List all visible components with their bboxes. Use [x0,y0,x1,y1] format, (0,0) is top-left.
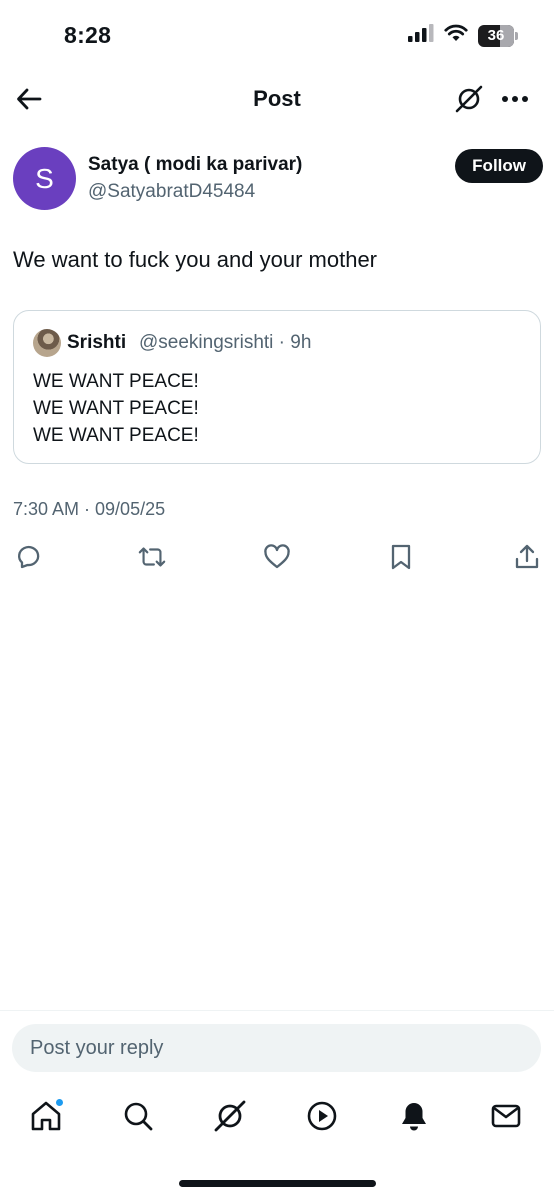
quote-author-meta: @seekingsrishti · 9h [139,332,312,353]
quote-line: WE WANT PEACE! [33,425,199,446]
nav-header: Post [0,74,554,124]
reply-button[interactable] [12,542,42,572]
status-time: 8:28 [64,22,112,48]
home-notification-dot [55,1098,64,1107]
follow-button[interactable]: Follow [455,149,543,183]
notifications-icon [402,1103,426,1131]
quote-text: WE WANT PEACE! WE WANT PEACE! WE WANT PE… [33,368,199,449]
author-row: S Satya ( modi ka parivar) @SatyabratD45… [13,146,543,212]
reply-input[interactable] [12,1024,541,1072]
grok-icon [455,85,483,113]
video-icon [307,1101,337,1131]
battery-level: 36 [487,27,505,44]
tab-video[interactable] [304,1098,340,1134]
grok-button[interactable] [452,82,486,116]
tab-home[interactable] [28,1098,64,1134]
avatar[interactable]: S [13,147,76,210]
reply-bar [0,1010,554,1080]
messages-icon [491,1104,521,1128]
bookmark-icon [391,544,411,570]
quoted-post[interactable]: Srishti @seekingsrishti · 9h WE WANT PEA… [13,310,541,464]
share-button[interactable] [512,542,542,572]
post-actions [12,542,542,574]
like-button[interactable] [262,542,292,572]
status-bar: 8:28 36 [0,0,554,74]
author-name[interactable]: Satya ( modi ka parivar) [88,154,302,176]
more-icon [502,96,528,102]
status-icons: 36 [408,24,518,47]
search-icon [124,1102,153,1131]
author-handle[interactable]: @SatyabratD45484 [88,181,255,203]
tab-grok[interactable] [212,1098,248,1134]
quote-line: WE WANT PEACE! [33,371,199,392]
cellular-signal-icon [408,24,434,47]
home-indicator [179,1180,376,1187]
post-text: We want to fuck you and your mother [13,247,377,272]
tab-notifications[interactable] [396,1098,432,1134]
grok-icon [214,1100,246,1132]
quote-line: WE WANT PEACE! [33,398,199,419]
avatar-letter: S [35,162,54,194]
reply-icon [18,545,40,569]
quote-avatar [33,329,61,357]
tab-search[interactable] [120,1098,156,1134]
repost-icon [138,547,166,567]
tab-messages[interactable] [488,1098,524,1134]
like-icon [264,544,290,569]
more-button[interactable] [498,82,532,116]
battery-icon: 36 [478,24,518,47]
wifi-icon [444,24,468,47]
repost-button[interactable] [137,542,167,572]
bookmark-button[interactable] [386,542,416,572]
share-icon [515,544,539,569]
quote-author-name: Srishti [67,332,127,353]
post-timestamp: 7:30 AM · 09/05/25 [13,499,166,519]
tab-bar [0,1088,554,1148]
